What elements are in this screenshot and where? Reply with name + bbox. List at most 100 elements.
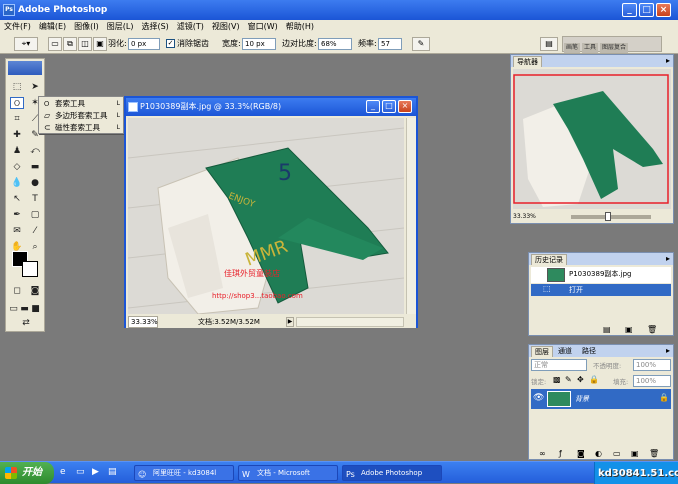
lock-position-icon[interactable]: ✥	[577, 375, 584, 384]
menu-image[interactable]: 图像(I)	[70, 20, 103, 34]
tool-preset-picker[interactable]: ⌖▾	[14, 37, 38, 51]
maximize-button[interactable]: □	[639, 3, 654, 17]
blur-tool-icon[interactable]: 💧	[10, 177, 24, 189]
history-menu-icon[interactable]: ▸	[666, 254, 670, 263]
menu-edit[interactable]: 编辑(E)	[35, 20, 70, 34]
zoom-tool-icon[interactable]: ⌕	[28, 241, 42, 253]
fill-input[interactable]: 100%	[633, 375, 671, 387]
history-brush-source-icon[interactable]: ⬚	[543, 284, 551, 293]
document-window[interactable]: P1030389副本.jpg @ 33.3%(RGB/8) _ □ × MMR …	[124, 96, 418, 328]
screen-mode-standard-icon[interactable]: ▭	[8, 303, 19, 315]
navigator-zoom-field[interactable]: 33.33%	[513, 213, 536, 220]
eraser-tool-icon[interactable]: ◇	[10, 161, 24, 173]
close-button[interactable]: ×	[656, 3, 671, 17]
eyedropper-tool-icon[interactable]: ⁄	[28, 225, 42, 237]
screen-mode-full-menu-icon[interactable]: ▬	[19, 303, 30, 315]
navigator-tab[interactable]: 导航器	[513, 56, 542, 67]
antialias-checkbox[interactable]: ✓	[166, 39, 175, 48]
delete-state-icon[interactable]: 🗑	[647, 325, 657, 334]
doc-maximize-button[interactable]: □	[382, 100, 396, 113]
crop-tool-icon[interactable]: ⌗	[10, 113, 24, 125]
quicklaunch-desktop-icon[interactable]: ▭	[76, 467, 85, 477]
pen-pressure-icon[interactable]: ✎	[412, 37, 430, 51]
background-color-swatch[interactable]	[22, 261, 38, 277]
pen-tool-icon[interactable]: ✒	[10, 209, 24, 221]
shape-tool-icon[interactable]: ▢	[28, 209, 42, 221]
navigator-menu-icon[interactable]: ▸	[666, 56, 670, 65]
adjustment-layer-icon[interactable]: ◐	[595, 449, 602, 458]
document-horizontal-scrollbar[interactable]	[296, 317, 404, 327]
opacity-input[interactable]: 100%	[633, 359, 671, 371]
doc-minimize-button[interactable]: _	[366, 100, 380, 113]
menu-filter[interactable]: 滤镜(T)	[173, 20, 208, 34]
lock-all-icon[interactable]: 🔒	[589, 375, 599, 384]
new-document-from-state-icon[interactable]: ▤	[603, 325, 611, 334]
feather-input[interactable]: 0 px	[128, 38, 160, 50]
new-group-icon[interactable]: ▭	[613, 449, 621, 458]
intersect-selection-icon[interactable]: ▣	[93, 37, 107, 51]
type-tool-icon[interactable]: T	[28, 193, 42, 205]
quicklaunch-folder-icon[interactable]: ▤	[108, 467, 117, 477]
screen-mode-full-icon[interactable]: ■	[30, 303, 41, 315]
flyout-item-lasso[interactable]: ଠ 套索工具 L	[41, 98, 123, 110]
lasso-tool-icon[interactable]: ଠ	[10, 97, 24, 109]
new-snapshot-icon[interactable]: ▣	[625, 325, 633, 334]
minimize-button[interactable]: _	[622, 3, 637, 17]
history-step-row[interactable]: ⬚ 打开	[531, 284, 671, 296]
add-selection-icon[interactable]: ⧉	[63, 37, 77, 51]
layer-visibility-eye-icon[interactable]: 👁	[533, 393, 544, 403]
notes-tool-icon[interactable]: ✉	[10, 225, 24, 237]
lock-image-icon[interactable]: ✎	[565, 375, 572, 384]
blend-mode-select[interactable]: 正常	[531, 359, 587, 371]
file-browser-icon[interactable]: ▤	[540, 37, 558, 51]
document-vertical-scrollbar[interactable]	[406, 118, 416, 314]
task-word-document[interactable]: W 文档 - Microsoft	[238, 465, 338, 481]
standard-mode-icon[interactable]: ◻	[10, 285, 24, 297]
layer-mask-icon[interactable]: ◙	[577, 449, 585, 458]
quicklaunch-ie-icon[interactable]: e	[60, 467, 66, 477]
navigator-zoom-slider[interactable]	[571, 215, 651, 219]
menu-help[interactable]: 帮助(H)	[282, 20, 318, 34]
well-tab-layer-comps[interactable]: 图层复合	[600, 43, 629, 53]
canvas-image[interactable]: MMR 5 ENJOY 佳琪外贸童装店 http://shop3...taoba…	[128, 118, 404, 314]
history-brush-icon[interactable]: ⤺	[28, 145, 42, 157]
menu-view[interactable]: 视图(V)	[208, 20, 244, 34]
channels-tab[interactable]: 通道	[555, 346, 575, 357]
task-aliwangwang[interactable]: ☺ 阿里旺旺 - kd3084l	[134, 465, 234, 481]
contrast-input[interactable]: 68%	[318, 38, 352, 50]
quick-mask-icon[interactable]: ◙	[28, 285, 42, 297]
jump-to-imageready-icon[interactable]: ⇄	[16, 317, 36, 329]
layers-tab[interactable]: 图层	[531, 346, 553, 357]
layers-menu-icon[interactable]: ▸	[666, 346, 670, 355]
move-tool-icon[interactable]: ➤	[28, 81, 42, 93]
flyout-item-magnetic-lasso[interactable]: ⊂ 磁性套索工具 L	[41, 122, 123, 134]
history-tab[interactable]: 历史记录	[531, 254, 567, 265]
paths-tab[interactable]: 路径	[579, 346, 599, 357]
delete-layer-icon[interactable]: 🗑	[649, 449, 659, 458]
history-snapshot-row[interactable]: P1030389副本.jpg	[531, 267, 671, 283]
clone-stamp-icon[interactable]: ♟	[10, 145, 24, 157]
document-titlebar[interactable]: P1030389副本.jpg @ 33.3%(RGB/8) _ □ ×	[126, 98, 416, 116]
menu-layer[interactable]: 图层(L)	[103, 20, 138, 34]
gradient-tool-icon[interactable]: ▬	[28, 161, 42, 173]
adobe-feather-logo[interactable]	[8, 61, 42, 75]
frequency-input[interactable]: 57	[378, 38, 402, 50]
width-input[interactable]: 10 px	[242, 38, 276, 50]
dodge-tool-icon[interactable]: ●	[28, 177, 42, 189]
healing-brush-icon[interactable]: ✚	[10, 129, 24, 141]
zoom-level-field[interactable]: 33.33%	[128, 316, 158, 328]
layer-row-background[interactable]: 👁 背景 🔒	[531, 389, 671, 409]
menu-file[interactable]: 文件(F)	[0, 20, 35, 34]
layer-style-icon[interactable]: ƒ	[559, 449, 562, 458]
status-menu-arrow[interactable]: ▶	[286, 317, 294, 327]
start-button[interactable]: 开始	[0, 462, 54, 484]
task-photoshop[interactable]: Ps Adobe Photoshop	[342, 465, 442, 481]
navigator-thumbnail[interactable]	[513, 69, 671, 209]
well-tab-tools[interactable]: 工具	[582, 43, 599, 53]
flyout-item-polygonal-lasso[interactable]: ▱ 多边形套索工具 L	[41, 110, 123, 122]
link-layers-icon[interactable]: ∞	[539, 449, 546, 458]
menu-window[interactable]: 窗口(W)	[244, 20, 282, 34]
new-layer-icon[interactable]: ▣	[631, 449, 639, 458]
well-tab-brushes[interactable]: 画笔	[564, 43, 581, 53]
marquee-tool-icon[interactable]: ⬚	[10, 81, 24, 93]
